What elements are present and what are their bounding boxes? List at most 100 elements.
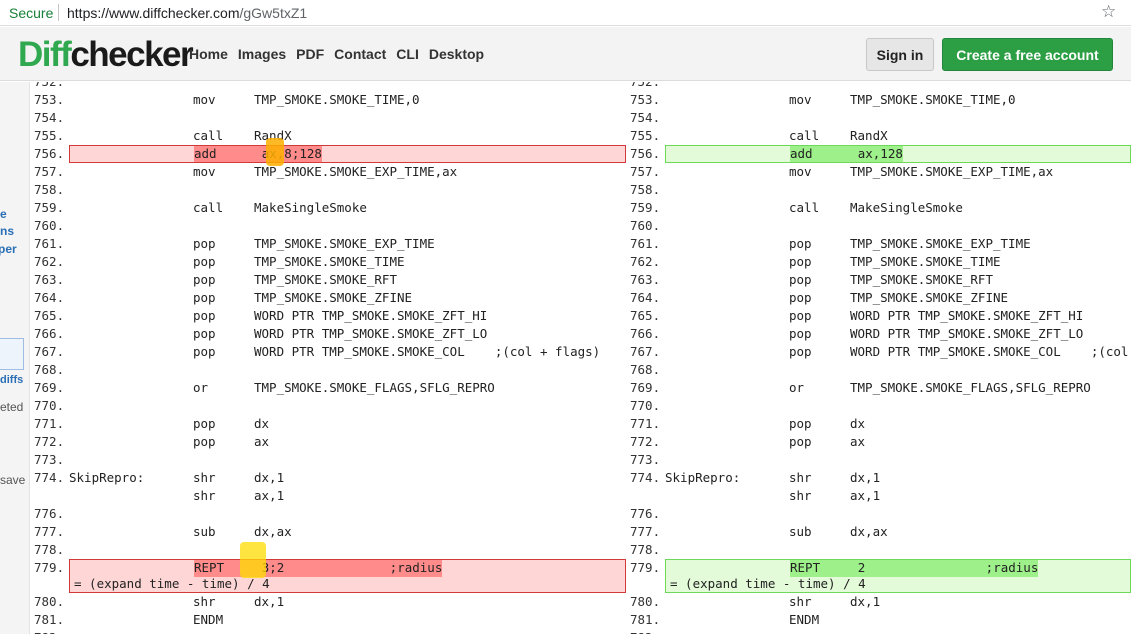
code-line: REPT 3;2 ;radius = (expand time - time) /… bbox=[69, 559, 626, 593]
code-line: pop WORD PTR TMP_SMOKE.SMOKE_ZFT_LO bbox=[665, 325, 1131, 343]
code-instruction: pop bbox=[789, 344, 812, 359]
code-operand: TMP_SMOKE.SMOKE_ZFINE bbox=[254, 290, 413, 305]
secure-indicator[interactable]: Secure bbox=[9, 5, 53, 21]
sidebar-fragment-2[interactable]: ns bbox=[0, 224, 14, 238]
code-line: pop dx bbox=[69, 415, 626, 433]
line-number: 754. bbox=[630, 110, 661, 125]
line-number: 757. bbox=[34, 164, 65, 179]
code-operand: ax bbox=[254, 434, 270, 449]
diff-row: 771. pop dx bbox=[30, 415, 626, 433]
diff-row: 754. bbox=[30, 109, 626, 127]
diff-row: 762. pop TMP_SMOKE.SMOKE_TIME bbox=[626, 253, 1131, 271]
code-line: pop WORD PTR TMP_SMOKE.SMOKE_ZFT_HI bbox=[69, 307, 626, 325]
line-number: 755. bbox=[34, 128, 65, 143]
sidebar-fragment-1[interactable]: e bbox=[0, 207, 7, 221]
nav-desktop[interactable]: Desktop bbox=[429, 46, 484, 62]
code-instruction: mov bbox=[789, 164, 812, 179]
nav-images[interactable]: Images bbox=[238, 46, 286, 62]
diff-row: 777. sub dx,ax bbox=[30, 523, 626, 541]
diff-row: 769. or TMP_SMOKE.SMOKE_FLAGS,SFLG_REPRO bbox=[30, 379, 626, 397]
nav-contact[interactable]: Contact bbox=[334, 46, 386, 62]
address-bar[interactable]: Secure https://www.diffchecker.com/gGw5t… bbox=[0, 0, 1131, 26]
diff-row: 759. call MakeSingleSmoke bbox=[626, 199, 1131, 217]
code-line: pop TMP_SMOKE.SMOKE_TIME bbox=[665, 253, 1131, 271]
code-instruction: pop bbox=[789, 290, 812, 305]
code-instruction: or bbox=[789, 380, 805, 395]
code-line: or TMP_SMOKE.SMOKE_FLAGS,SFLG_REPRO bbox=[69, 379, 626, 397]
nav-home[interactable]: Home bbox=[189, 46, 228, 62]
sidebar-fragment-6[interactable]: save bbox=[0, 473, 25, 487]
line-number: 780. bbox=[34, 594, 65, 609]
code-instruction: pop bbox=[789, 416, 812, 431]
sidebar-fragment-4[interactable]: diffs bbox=[0, 374, 23, 386]
diff-row: 767. pop WORD PTR TMP_SMOKE.SMOKE_COL ;(co… bbox=[30, 343, 626, 361]
bookmark-star-icon[interactable]: ☆ bbox=[1101, 2, 1116, 22]
line-number: 761. bbox=[630, 236, 661, 251]
code-instruction: ENDM bbox=[789, 612, 820, 627]
code-instruction: shr bbox=[193, 594, 216, 609]
url-text[interactable]: https://www.diffchecker.com/gGw5txZ1 bbox=[67, 5, 307, 21]
code-line: pop TMP_SMOKE.SMOKE_EXP_TIME bbox=[69, 235, 626, 253]
code-line: pop TMP_SMOKE.SMOKE_RFT bbox=[665, 271, 1131, 289]
code-instruction: call bbox=[193, 128, 224, 143]
diff-pane-changed[interactable]: 752.753. mov TMP_SMOKE.SMOKE_TIME,0 754. 755… bbox=[626, 82, 1131, 634]
code-operand: TMP_SMOKE.SMOKE_EXP_TIME,ax bbox=[254, 164, 458, 179]
line-number: 772. bbox=[630, 434, 661, 449]
diff-row: 758. bbox=[30, 181, 626, 199]
sign-in-button[interactable]: Sign in bbox=[866, 38, 934, 71]
url-path: /gGw5txZ1 bbox=[239, 5, 308, 21]
sidebar-input-box[interactable] bbox=[0, 338, 24, 370]
line-number: 779. bbox=[630, 560, 661, 575]
code-instruction: mov bbox=[193, 164, 216, 179]
diff-row-added: 779. REPT 2 ;radius = (expand time - time)… bbox=[626, 559, 1131, 593]
diff-row: 782. bbox=[30, 629, 626, 634]
diff-rows-changed: 752.753. mov TMP_SMOKE.SMOKE_TIME,0 754. 755… bbox=[626, 82, 1131, 634]
code-line: add ax,8;128 bbox=[69, 145, 626, 163]
line-number: 782. bbox=[34, 629, 68, 634]
diff-row: 761. pop TMP_SMOKE.SMOKE_EXP_TIME bbox=[626, 235, 1131, 253]
create-account-button[interactable]: Create a free account bbox=[942, 38, 1113, 71]
code-line: shr dx,1 bbox=[69, 593, 626, 611]
line-number: 765. bbox=[34, 308, 65, 323]
line-number: 780. bbox=[630, 594, 661, 609]
code-instruction: pop bbox=[789, 254, 812, 269]
line-number: 764. bbox=[34, 290, 65, 305]
nav-pdf[interactable]: PDF bbox=[296, 46, 324, 62]
diff-row: 766. pop WORD PTR TMP_SMOKE.SMOKE_ZFT_LO bbox=[30, 325, 626, 343]
line-number: 753. bbox=[34, 92, 65, 107]
line-number: 756. bbox=[630, 146, 661, 161]
line-number: 763. bbox=[630, 272, 661, 287]
line-number: 766. bbox=[630, 326, 661, 341]
diff-row: 764. pop TMP_SMOKE.SMOKE_ZFINE bbox=[626, 289, 1131, 307]
sidebar-fragment-3[interactable]: per bbox=[0, 242, 17, 256]
diff-row: 770. bbox=[30, 397, 626, 415]
code-operand: dx,1 bbox=[254, 594, 285, 609]
code-instruction: shr bbox=[789, 488, 812, 503]
line-number: 764. bbox=[630, 290, 661, 305]
code-label: SkipRepro: bbox=[665, 470, 741, 485]
diff-pane-original[interactable]: 752.753. mov TMP_SMOKE.SMOKE_TIME,0 754. 755… bbox=[30, 82, 626, 634]
line-number: 770. bbox=[34, 398, 65, 413]
diff-row: 774. SkipRepro: shr dx,1 bbox=[30, 469, 626, 487]
code-line: SkipRepro: shr dx,1 bbox=[69, 469, 626, 487]
code-line: pop WORD PTR TMP_SMOKE.SMOKE_COL ;(col + … bbox=[665, 343, 1131, 361]
code-instruction: pop bbox=[193, 308, 216, 323]
code-instruction: pop bbox=[193, 290, 216, 305]
diffchecker-logo[interactable]: Diffchecker bbox=[18, 35, 194, 75]
code-instruction: pop bbox=[193, 416, 216, 431]
line-number: 767. bbox=[34, 344, 65, 359]
diff-row-added: 756. add ax,128 bbox=[626, 145, 1131, 163]
code-line: call MakeSingleSmoke bbox=[665, 199, 1131, 217]
code-operand: ax,1 bbox=[254, 488, 285, 503]
line-number: 758. bbox=[630, 182, 661, 197]
line-number: 765. bbox=[630, 308, 661, 323]
nav-cli[interactable]: CLI bbox=[396, 46, 419, 62]
code-operand: TMP_SMOKE.SMOKE_EXP_TIME bbox=[850, 236, 1031, 251]
